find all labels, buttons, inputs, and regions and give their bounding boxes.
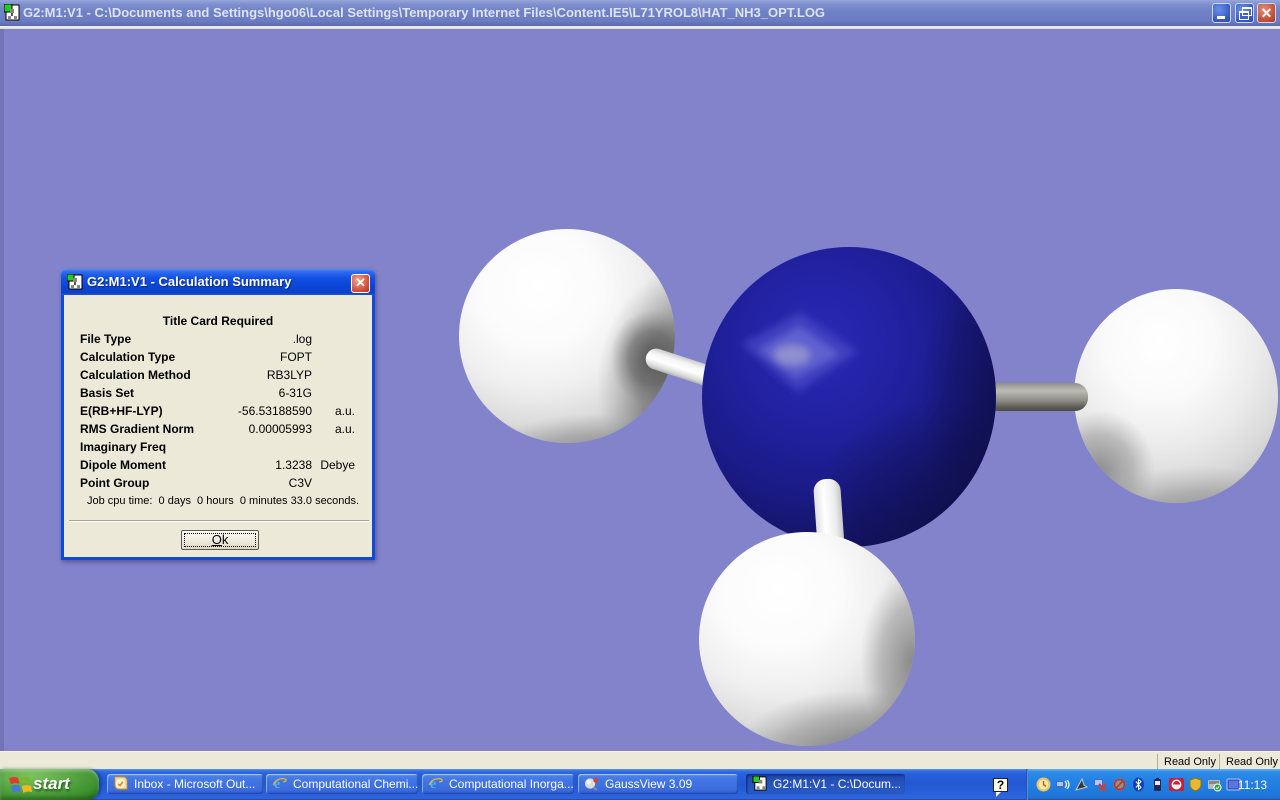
svg-text:e: e — [274, 776, 280, 791]
svg-text:e: e — [430, 776, 436, 791]
